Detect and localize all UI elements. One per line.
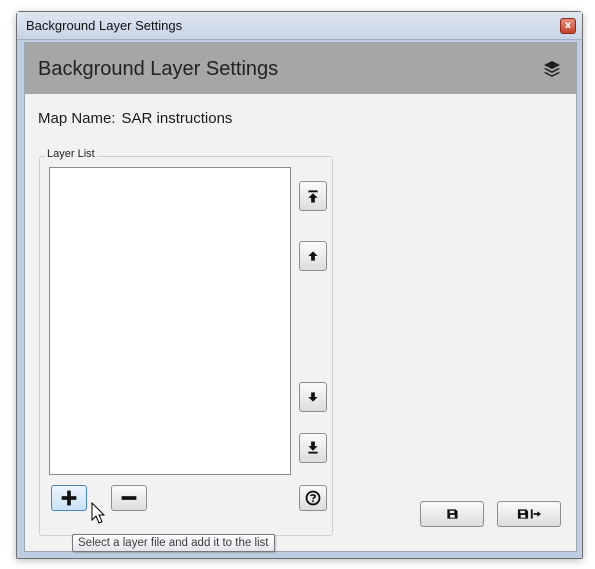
layer-list-group-label: Layer List	[45, 148, 97, 160]
layer-list[interactable]	[49, 167, 291, 475]
minus-icon	[121, 496, 137, 500]
layers-icon[interactable]	[542, 59, 562, 79]
map-name-row: Map Name: SAR instructions	[38, 110, 232, 127]
dialog-window: Background Layer Settings x Background L…	[16, 11, 583, 559]
move-to-top-icon	[308, 190, 318, 203]
move-up-icon	[308, 251, 318, 261]
remove-layer-button[interactable]	[111, 485, 147, 511]
header-band: Background Layer Settings	[25, 43, 576, 94]
close-icon: x	[564, 20, 572, 31]
tooltip-text: Select a layer file and add it to the li…	[78, 537, 269, 549]
move-to-top-button[interactable]	[299, 181, 327, 211]
add-layer-button[interactable]	[51, 485, 87, 511]
mouse-pointer-icon	[91, 502, 106, 524]
close-button[interactable]: x	[560, 18, 576, 34]
window-title: Background Layer Settings	[26, 18, 183, 33]
save-and-exit-icon	[517, 509, 541, 519]
question-icon	[305, 490, 321, 506]
save-icon	[447, 509, 458, 519]
move-to-bottom-button[interactable]	[299, 433, 327, 463]
move-to-bottom-icon	[308, 441, 318, 454]
dialog-client-area: Background Layer Settings Map Name: SAR i…	[24, 42, 577, 552]
plus-icon	[61, 490, 77, 506]
save-and-exit-button[interactable]	[497, 501, 561, 527]
move-down-icon	[308, 392, 318, 402]
page-title: Background Layer Settings	[38, 58, 279, 80]
move-up-button[interactable]	[299, 241, 327, 271]
map-name-value: SAR instructions	[121, 110, 233, 127]
window-titlebar[interactable]: Background Layer Settings x	[17, 12, 582, 40]
add-layer-tooltip: Select a layer file and add it to the li…	[72, 534, 275, 552]
help-button[interactable]	[299, 485, 327, 511]
map-name-label: Map Name:	[38, 110, 116, 127]
save-button[interactable]	[420, 501, 484, 527]
move-down-button[interactable]	[299, 382, 327, 412]
